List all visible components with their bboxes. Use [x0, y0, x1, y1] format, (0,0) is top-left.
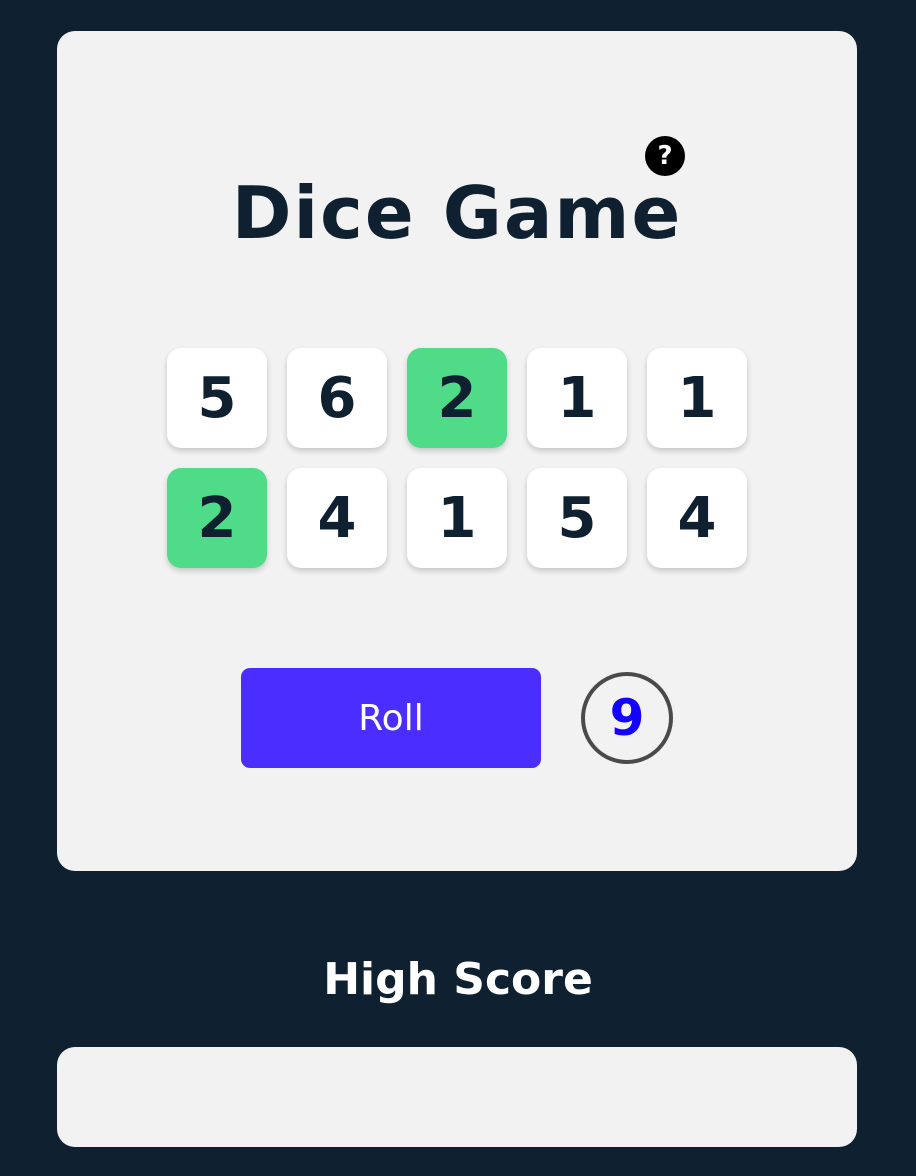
help-icon[interactable]: ?	[645, 136, 685, 176]
game-card: Dice Game ? 5 6 2 1 1 2 4 1 5 4 Roll 9	[57, 31, 857, 871]
die-held[interactable]: 2	[407, 348, 507, 448]
die[interactable]: 1	[527, 348, 627, 448]
die[interactable]: 4	[647, 468, 747, 568]
dice-grid: 5 6 2 1 1 2 4 1 5 4	[167, 348, 747, 568]
roll-counter: 9	[581, 672, 673, 764]
die[interactable]: 1	[647, 348, 747, 448]
die[interactable]: 6	[287, 348, 387, 448]
high-score-panel	[57, 1047, 857, 1147]
die[interactable]: 4	[287, 468, 387, 568]
die-held[interactable]: 2	[167, 468, 267, 568]
high-score-title: High Score	[323, 954, 593, 1005]
game-title: Dice Game	[231, 171, 683, 255]
die[interactable]: 5	[527, 468, 627, 568]
die[interactable]: 1	[407, 468, 507, 568]
die[interactable]: 5	[167, 348, 267, 448]
roll-button[interactable]: Roll	[241, 668, 541, 768]
